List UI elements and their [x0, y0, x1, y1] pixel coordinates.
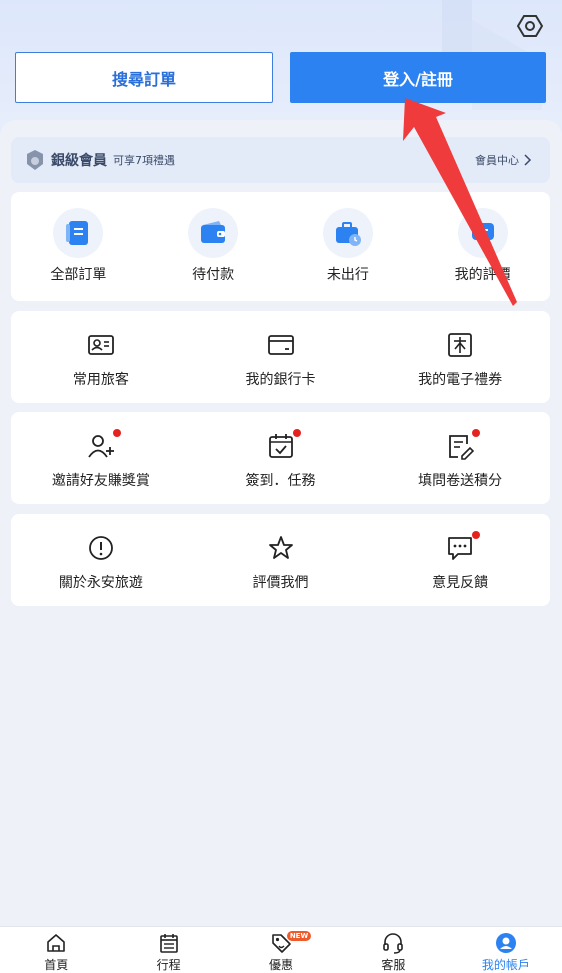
survey-points-item[interactable]: 填問卷送積分 — [370, 412, 550, 504]
upcoming-trips-label: 未出行 — [326, 267, 369, 283]
add-user-icon — [88, 435, 114, 458]
frequent-travelers-label: 常用旅客 — [72, 372, 129, 388]
bank-cards-label: 我的銀行卡 — [245, 372, 316, 388]
tab-offers[interactable]: NEW 優惠 — [225, 927, 337, 973]
id-card-icon — [87, 335, 114, 355]
voucher-icon — [448, 333, 473, 357]
travel-tools-card: 常用旅客 我的銀行卡 我的電子禮券 — [11, 311, 550, 403]
member-benefits: 可享7項禮遇 — [113, 154, 175, 167]
home-icon — [47, 934, 66, 952]
headset-icon — [383, 933, 404, 954]
tab-customer-service-label: 客服 — [381, 958, 406, 972]
notification-dot — [472, 531, 481, 539]
notification-dot — [112, 429, 121, 437]
member-center-link[interactable]: 會員中心 — [475, 152, 532, 168]
bottom-tab-bar: 首頁 行程 NEW 優惠 客服 我的帳戶 — [0, 926, 562, 973]
pending-payment-label: 待付款 — [192, 267, 235, 283]
settings-hex-icon — [517, 15, 543, 37]
info-icon — [88, 536, 113, 560]
my-reviews-label: 我的評價 — [454, 267, 511, 283]
login-register-button[interactable]: 登入/註冊 — [290, 52, 546, 103]
member-bar[interactable]: 銀級會員 可享7項禮遇 會員中心 — [11, 137, 550, 183]
account-icon — [495, 933, 516, 953]
member-center-label: 會員中心 — [475, 154, 519, 167]
wallet-icon — [188, 208, 239, 258]
feedback-label: 意見反饋 — [432, 575, 489, 591]
notification-dot — [472, 429, 481, 437]
my-reviews-item[interactable]: 我的評價 — [415, 192, 550, 301]
search-order-button[interactable]: 搜尋訂單 — [15, 52, 273, 103]
invite-friends-label: 邀請好友賺獎賞 — [51, 473, 150, 489]
survey-points-label: 填問卷送積分 — [418, 473, 503, 489]
tab-offers-label: 優惠 — [269, 958, 294, 972]
feedback-item[interactable]: 意見反饋 — [370, 514, 550, 606]
e-vouchers-label: 我的電子禮券 — [418, 372, 503, 388]
bank-card-icon — [267, 335, 294, 355]
tab-my-account[interactable]: 我的帳戶 — [450, 927, 562, 973]
tab-home[interactable]: 首頁 — [0, 927, 112, 973]
checkin-tasks-item[interactable]: 簽到．任務 — [191, 412, 371, 504]
calendar-check-icon — [268, 434, 293, 458]
briefcase-clock-icon — [322, 208, 373, 258]
all-orders-label: 全部訂單 — [50, 267, 107, 283]
chevron-right-icon — [524, 154, 532, 166]
about-wingon-label: 關於永安旅遊 — [58, 575, 143, 591]
e-vouchers-item[interactable]: 我的電子禮券 — [370, 311, 550, 403]
rewards-card: 邀請好友賺獎賞 簽到．任務 填問卷送積分 — [11, 412, 550, 504]
frequent-travelers-item[interactable]: 常用旅客 — [11, 311, 191, 403]
upcoming-trips-item[interactable]: 未出行 — [281, 192, 416, 301]
pending-payment-item[interactable]: 待付款 — [146, 192, 281, 301]
itinerary-icon — [159, 934, 178, 953]
invite-friends-item[interactable]: 邀請好友賺獎賞 — [11, 412, 191, 504]
rate-us-item[interactable]: 評價我們 — [191, 514, 371, 606]
survey-edit-icon — [449, 435, 475, 460]
member-level: 銀級會員 — [51, 153, 107, 169]
star-icon — [268, 536, 293, 559]
all-orders-item[interactable]: 全部訂單 — [11, 192, 146, 301]
tab-itinerary-label: 行程 — [156, 958, 181, 972]
bank-cards-item[interactable]: 我的銀行卡 — [191, 311, 371, 403]
checkin-tasks-label: 簽到．任務 — [245, 473, 316, 489]
chat-icon — [457, 208, 508, 258]
rate-us-label: 評價我們 — [252, 575, 309, 591]
tab-customer-service[interactable]: 客服 — [337, 927, 449, 973]
tab-home-label: 首頁 — [44, 958, 69, 972]
feedback-icon — [448, 537, 473, 560]
document-icon — [53, 208, 104, 258]
about-card: 關於永安旅遊 評價我們 意見反饋 — [11, 514, 550, 606]
member-medal-icon — [27, 150, 43, 170]
settings-button[interactable] — [514, 10, 546, 42]
new-badge: NEW — [286, 931, 312, 941]
tab-itinerary[interactable]: 行程 — [112, 927, 224, 973]
notification-dot — [292, 429, 301, 437]
about-wingon-item[interactable]: 關於永安旅遊 — [11, 514, 191, 606]
orders-card: 全部訂單 待付款 未出行 我的評價 — [11, 192, 550, 301]
tab-my-account-label: 我的帳戶 — [481, 958, 530, 972]
